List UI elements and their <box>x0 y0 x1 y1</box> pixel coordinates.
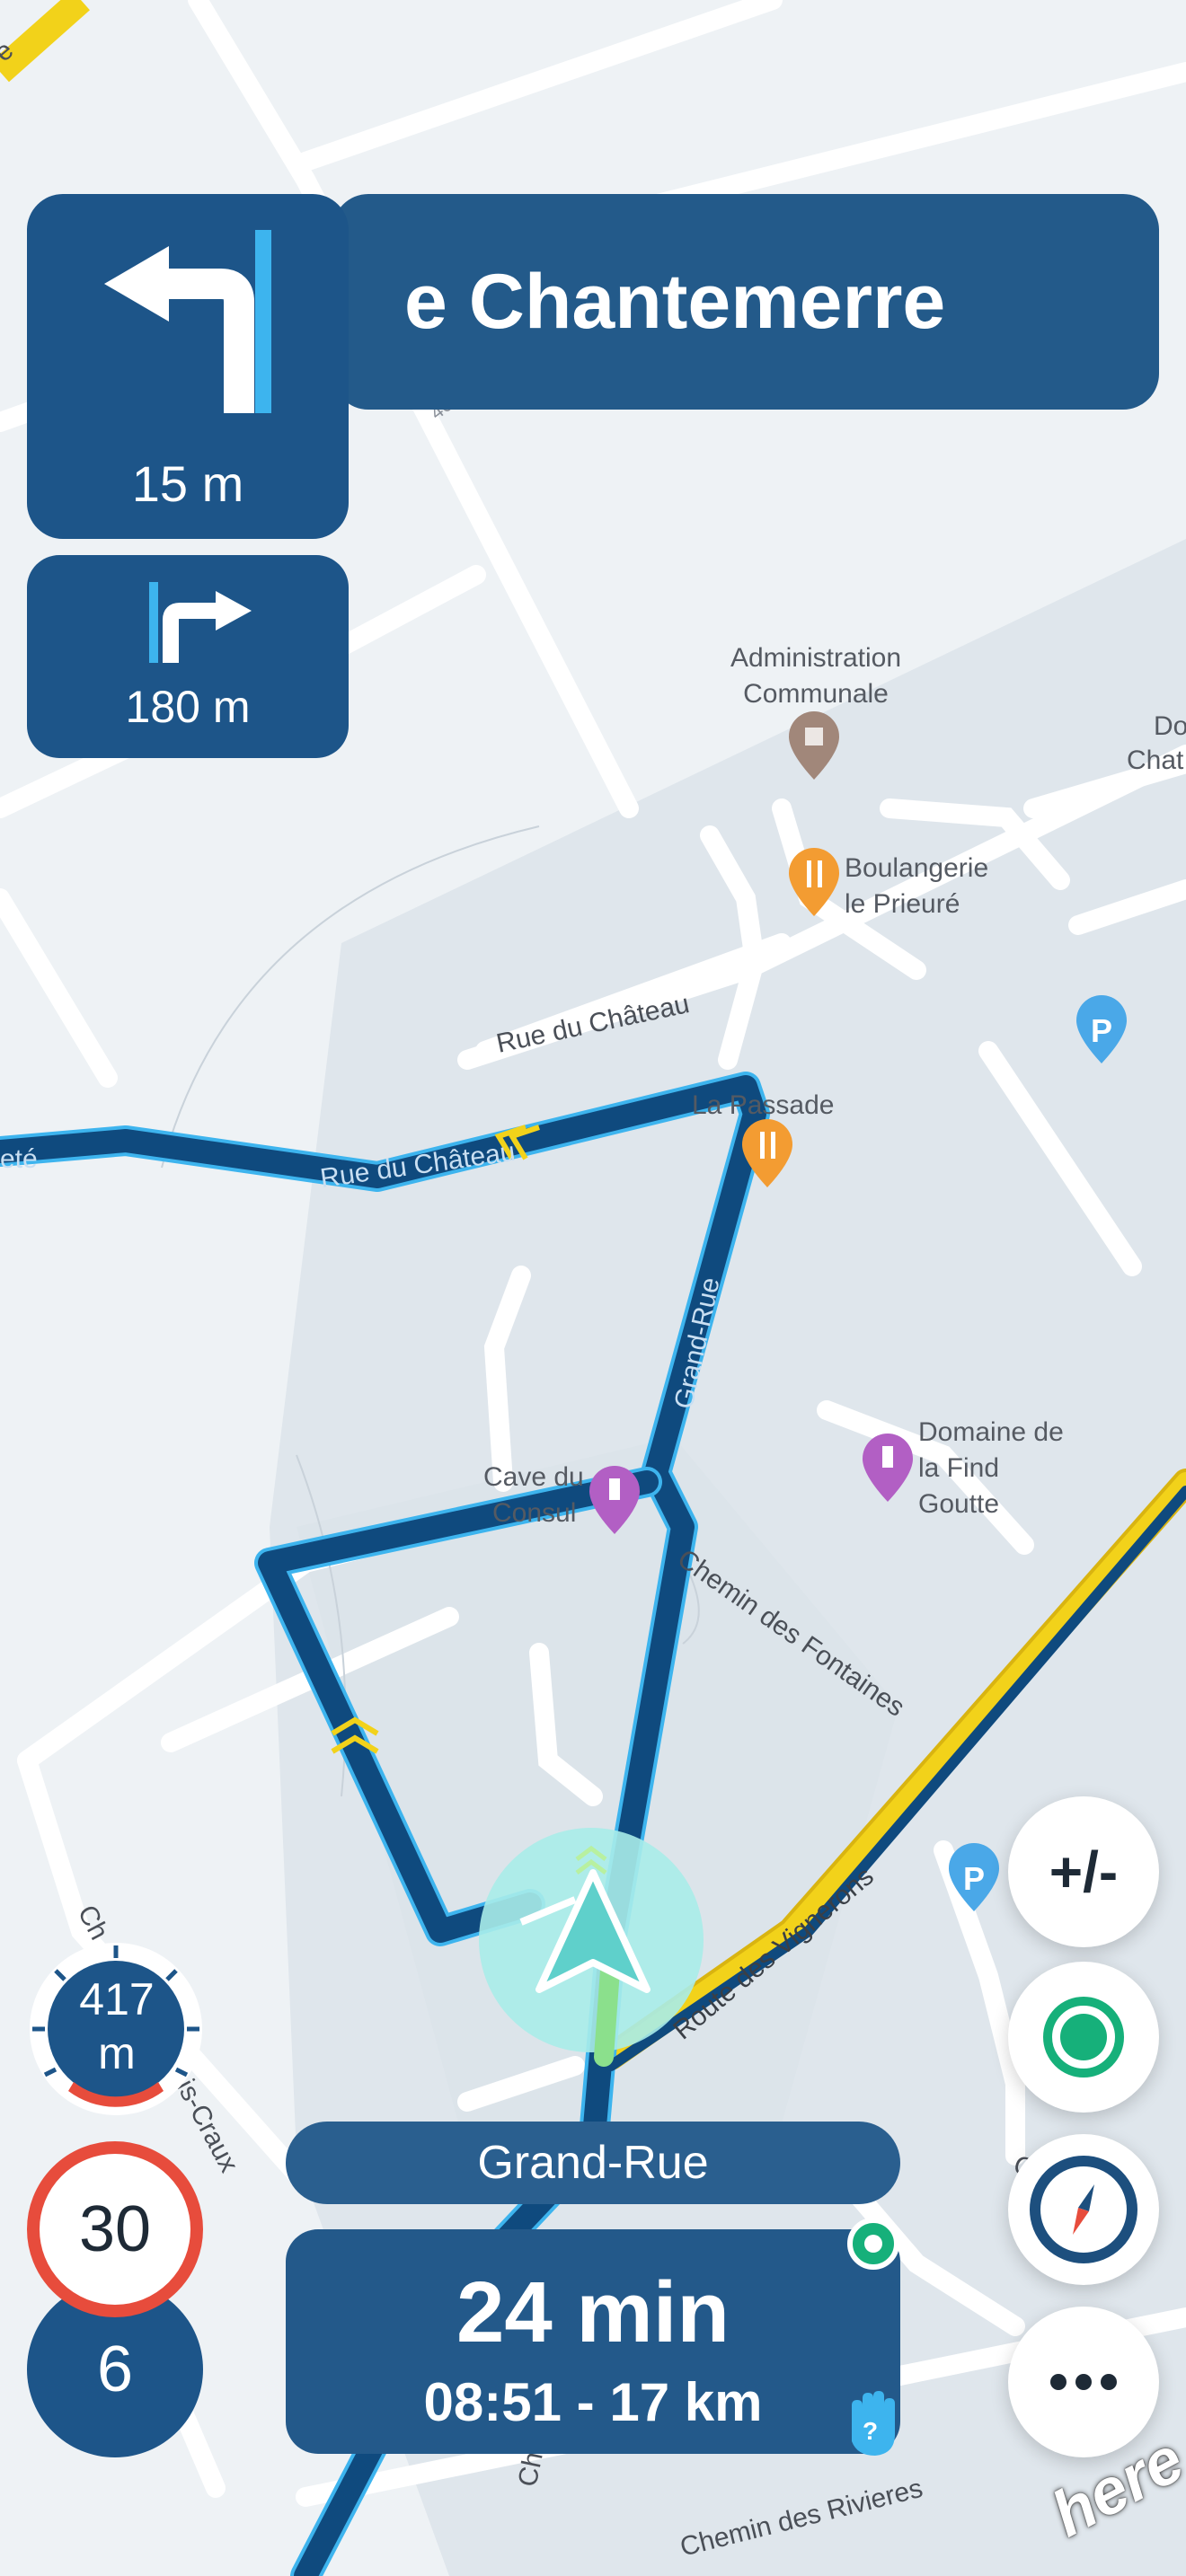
speed-limit-sign: 30 <box>27 2141 203 2317</box>
report-hand-icon[interactable]: ? <box>845 2387 902 2459</box>
eta-panel[interactable]: 24 min 08:51 - 17 km <box>286 2229 900 2454</box>
eta-arrival-distance: 08:51 - 17 km <box>423 2372 763 2432</box>
turn-left-icon <box>104 230 271 413</box>
eta-duration: 24 min <box>456 2264 730 2360</box>
next-street-name: e Chantemerre <box>404 258 946 345</box>
poi-la-passade-label: La Passade <box>692 1090 834 1120</box>
turn-instruction-card[interactable]: 15 m <box>27 194 349 539</box>
poi-cave-label: Cave du <box>483 1462 584 1492</box>
current-speed-value: 6 <box>96 2333 134 2405</box>
poi-administration-label: Administration <box>730 643 901 673</box>
compass-icon <box>1030 2156 1137 2263</box>
gauge-value: 417 <box>79 1974 155 2025</box>
poi-domaine-label: Domaine de <box>918 1417 1064 1447</box>
more-dots-icon <box>1050 2374 1117 2390</box>
compass-button[interactable] <box>1008 2134 1159 2285</box>
turn-right-icon <box>149 582 252 663</box>
poi-boulangerie-label-2: le Prieuré <box>845 889 960 919</box>
speed-limit-value: 30 <box>78 2193 152 2265</box>
poi-cave-label-2: Consul <box>492 1498 576 1528</box>
street-label-left-fragment: eté <box>0 1144 38 1174</box>
poi-domaine-label-3: Goutte <box>918 1489 999 1519</box>
next-turn-card[interactable]: 180 m <box>27 555 349 758</box>
recenter-button[interactable] <box>1008 1962 1159 2113</box>
gauge-unit: m <box>98 2028 136 2078</box>
svg-text:?: ? <box>863 2417 878 2445</box>
zoom-button[interactable]: +/- <box>1008 1796 1159 1947</box>
poi-do-label: Do <box>1154 711 1186 741</box>
next-turn-distance: 180 m <box>125 682 251 732</box>
current-street-name: Grand-Rue <box>477 2137 709 2189</box>
poi-domaine-label-2: la Find <box>918 1453 999 1483</box>
distance-gauge-value: 417 m <box>41 1972 192 2080</box>
street-name-banner[interactable]: e Chantemerre <box>332 194 1159 410</box>
svg-text:P: P <box>963 1860 985 1897</box>
turn-distance: 15 m <box>131 455 244 512</box>
current-street-label: Grand-Rue <box>286 2122 900 2204</box>
destination-marker-icon <box>847 2218 899 2270</box>
poi-do-label-2: Chat <box>1127 745 1184 775</box>
svg-text:P: P <box>1091 1012 1112 1049</box>
poi-administration-label-2: Communale <box>743 679 889 709</box>
zoom-button-label: +/- <box>1049 1839 1119 1904</box>
recenter-icon <box>1043 1997 1124 2078</box>
poi-boulangerie-label: Boulangerie <box>845 853 988 883</box>
